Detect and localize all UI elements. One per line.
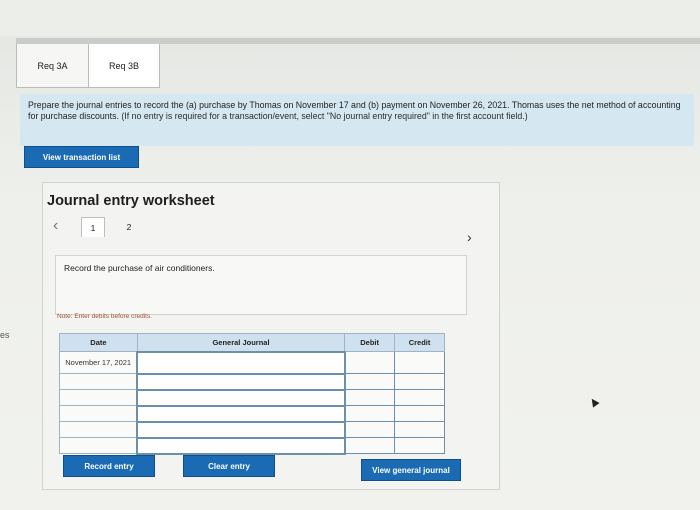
journal-table: Date General Journal Debit Credit Novemb… bbox=[59, 333, 445, 455]
worksheet-page-1[interactable]: 1 bbox=[81, 217, 105, 237]
clear-entry-button[interactable]: Clear entry bbox=[183, 455, 275, 477]
credit-field[interactable] bbox=[394, 389, 445, 406]
debit-field[interactable] bbox=[344, 421, 396, 438]
tab-req-3a[interactable]: Req 3A bbox=[16, 44, 89, 88]
view-general-journal-button[interactable]: View general journal bbox=[361, 459, 461, 481]
table-row bbox=[59, 436, 445, 455]
credit-field[interactable] bbox=[394, 421, 445, 438]
instruction-box: Prepare the journal entries to record th… bbox=[20, 94, 694, 146]
table-row: November 17, 2021 bbox=[59, 350, 445, 375]
worksheet-title: Journal entry worksheet bbox=[47, 193, 215, 209]
chevron-right-icon[interactable]: › bbox=[467, 229, 472, 245]
date-cell bbox=[59, 421, 138, 438]
credit-field[interactable] bbox=[394, 351, 445, 374]
debit-field[interactable] bbox=[344, 437, 396, 454]
header-debit: Debit bbox=[344, 333, 396, 352]
debits-credits-note: Note: Enter debits before credits. bbox=[57, 313, 153, 320]
date-cell bbox=[59, 437, 138, 454]
date-cell bbox=[59, 405, 138, 422]
debit-field[interactable] bbox=[344, 405, 396, 422]
transaction-description-text: Record the purchase of air conditioners. bbox=[64, 263, 215, 273]
date-cell bbox=[59, 373, 138, 390]
header-date: Date bbox=[59, 333, 138, 352]
date-cell: November 17, 2021 bbox=[59, 351, 138, 374]
table-row bbox=[59, 420, 445, 439]
header-general-journal: General Journal bbox=[136, 333, 346, 352]
cropped-text-fragment: es bbox=[0, 330, 10, 340]
credit-field[interactable] bbox=[394, 405, 445, 422]
date-cell bbox=[59, 389, 138, 406]
account-field[interactable] bbox=[136, 388, 346, 407]
view-transaction-list-button[interactable]: View transaction list bbox=[24, 146, 139, 168]
worksheet-page-2[interactable]: 2 bbox=[117, 217, 141, 237]
record-entry-button[interactable]: Record entry bbox=[63, 455, 155, 477]
transaction-description: Record the purchase of air conditioners. bbox=[55, 255, 467, 315]
account-field[interactable] bbox=[136, 350, 346, 375]
chevron-left-icon[interactable]: ‹ bbox=[53, 217, 58, 235]
tab-req-3a-label: Req 3A bbox=[37, 60, 68, 71]
debit-field[interactable] bbox=[344, 351, 396, 374]
account-field[interactable] bbox=[136, 404, 346, 423]
account-field[interactable] bbox=[136, 372, 346, 391]
top-strip bbox=[0, 0, 700, 36]
instruction-note: (If no entry is required for a transacti… bbox=[121, 111, 528, 121]
credit-field[interactable] bbox=[394, 437, 445, 454]
header-credit: Credit bbox=[394, 333, 445, 352]
account-field[interactable] bbox=[136, 436, 346, 455]
debit-field[interactable] bbox=[344, 389, 396, 406]
journal-entry-worksheet: Journal entry worksheet ‹ 1 2 › Record t… bbox=[42, 182, 500, 490]
debit-field[interactable] bbox=[344, 373, 396, 390]
table-row bbox=[59, 404, 445, 423]
tab-req-3b-label: Req 3B bbox=[108, 60, 140, 71]
tab-req-3b[interactable]: Req 3B bbox=[88, 44, 160, 88]
table-row bbox=[59, 372, 445, 391]
account-field[interactable] bbox=[136, 420, 346, 439]
table-row bbox=[59, 388, 445, 407]
credit-field[interactable] bbox=[394, 373, 445, 390]
